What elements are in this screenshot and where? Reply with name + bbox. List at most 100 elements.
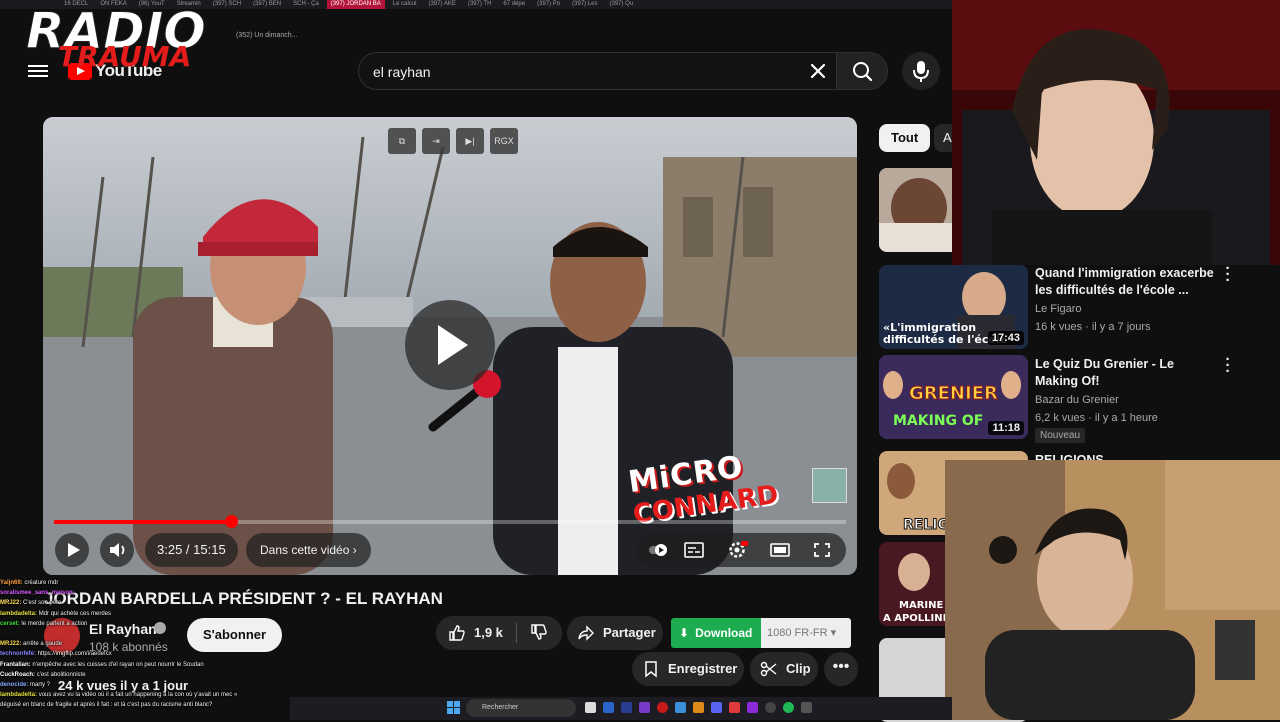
chat-text: vous avez vu la vidéo où il a fait un ha… bbox=[38, 692, 238, 699]
chat-message: MRJ22: C'est son père bbox=[0, 598, 290, 608]
like-button[interactable]: 1,9 k bbox=[436, 616, 516, 650]
kebab-menu-icon[interactable]: · · · bbox=[1224, 261, 1232, 288]
pip-popout-icon[interactable]: ⧉ bbox=[388, 128, 416, 154]
browser-tab[interactable]: (397) Po bbox=[533, 0, 564, 9]
svg-text:RELIG: RELIG bbox=[903, 517, 949, 533]
save-button[interactable]: Enregistrer bbox=[632, 652, 744, 686]
webcam-image bbox=[945, 460, 1280, 720]
chat-message: soralismee_sans_maison: bbox=[0, 588, 290, 598]
chat-message: lambdadelta: Mdr qui achète ces merdes bbox=[0, 609, 290, 619]
browser-tab[interactable]: (397) TH bbox=[464, 0, 496, 9]
autoplay-toggle-icon[interactable] bbox=[648, 541, 668, 559]
volume-icon bbox=[110, 543, 125, 557]
settings-gear-icon[interactable] bbox=[728, 541, 748, 559]
mic-button[interactable] bbox=[902, 52, 940, 90]
sidebar-meta: 16 k vues · il y a 7 jours bbox=[1035, 321, 1151, 333]
progress-scrubber[interactable] bbox=[225, 515, 238, 528]
chat-text: marty ? bbox=[30, 682, 51, 689]
taskbar-app-icon[interactable] bbox=[693, 702, 704, 713]
search-button[interactable] bbox=[836, 52, 888, 90]
browser-tab[interactable]: (397) JORDAN BA bbox=[326, 0, 385, 9]
kebab-menu-icon[interactable]: · · · bbox=[1224, 352, 1232, 379]
taskbar-app-icon[interactable] bbox=[639, 702, 650, 713]
taskbar-app-icon[interactable] bbox=[585, 702, 596, 713]
taskbar-app-icon[interactable] bbox=[711, 702, 722, 713]
new-badge: Nouveau bbox=[1035, 428, 1086, 443]
browser-tab[interactable]: (397) Qu bbox=[606, 0, 638, 9]
taskbar-app-icon[interactable] bbox=[801, 702, 812, 713]
browser-tab[interactable]: (397) AKE bbox=[424, 0, 459, 9]
taskbar-app-icon[interactable] bbox=[747, 702, 758, 713]
chat-message: denocide: marty ? bbox=[0, 680, 290, 690]
sidebar-channel[interactable]: Le Figaro bbox=[1035, 303, 1081, 315]
taskbar-app-icon[interactable] bbox=[765, 702, 776, 713]
chat-text bbox=[76, 590, 78, 596]
webcam-image bbox=[952, 0, 1280, 265]
browser-tab[interactable]: (397) BEN bbox=[249, 0, 285, 9]
like-divider bbox=[516, 623, 517, 643]
big-play-button[interactable] bbox=[405, 300, 495, 390]
taskbar-search[interactable]: Rechercher bbox=[466, 699, 576, 717]
skip-next-icon[interactable]: ▶| bbox=[456, 128, 484, 154]
browser-tab[interactable]: SCH - Ça bbox=[289, 0, 323, 9]
sidebar-video-title[interactable]: Quand l'immigration exacerbe les difficu… bbox=[1035, 265, 1215, 299]
sidebar-thumbnail[interactable]: «L'immigration difficultés de l'école 17… bbox=[879, 265, 1028, 349]
thumbs-up-icon bbox=[449, 625, 465, 641]
close-icon[interactable] bbox=[806, 59, 830, 83]
chapters-button[interactable]: Dans cette vidéo › bbox=[246, 533, 371, 567]
sidebar-meta: 6,2 k vues · il y a 1 heure bbox=[1035, 412, 1158, 424]
chat-username: lambdadelta: bbox=[0, 610, 39, 617]
chat-text: Mdr qui achète ces merdes bbox=[38, 610, 112, 617]
sidebar-video-title[interactable]: Le Quiz Du Grenier - Le Making Of! bbox=[1035, 356, 1215, 390]
windows-start-icon[interactable] bbox=[447, 701, 460, 714]
chat-username: Yaljn69: bbox=[0, 580, 25, 586]
chat-text: C'est son père bbox=[23, 600, 62, 607]
sidebar-channel[interactable]: Bazar du Grenier bbox=[1035, 394, 1119, 406]
taskbar-app-icon[interactable] bbox=[621, 702, 632, 713]
taskbar-app-icon[interactable] bbox=[729, 702, 740, 713]
chat-username: MRJ22: bbox=[0, 600, 24, 607]
time-display: 3:25 / 15:15 bbox=[145, 533, 238, 567]
taskbar-app-icon[interactable] bbox=[657, 702, 668, 713]
taskbar-app-icon[interactable] bbox=[675, 702, 686, 713]
dislike-button[interactable] bbox=[520, 616, 560, 650]
rgx-button[interactable]: RGX bbox=[490, 128, 518, 154]
browser-tab[interactable]: 67 dépe bbox=[499, 0, 529, 9]
sidebar-thumbnail[interactable]: GRENIER MAKING OF 11:18 bbox=[879, 355, 1028, 439]
chat-text: déguisé en blanc de fragile et après il … bbox=[0, 702, 213, 709]
taskbar-app-icon[interactable] bbox=[603, 702, 614, 713]
chevron-down-icon: ▾ bbox=[830, 627, 837, 639]
clip-button[interactable]: Clip bbox=[750, 652, 818, 686]
browser-tab[interactable]: (397) Les bbox=[568, 0, 601, 9]
download-arrow-icon: ⬇ bbox=[679, 626, 690, 640]
chat-message bbox=[0, 629, 290, 639]
play-button[interactable] bbox=[55, 533, 89, 567]
chat-message: Yaljn69: créature mdr bbox=[0, 578, 290, 588]
spotify-icon[interactable] bbox=[783, 702, 794, 713]
mic-icon bbox=[913, 61, 929, 82]
end-card-avatar[interactable] bbox=[812, 468, 847, 503]
chat-message: Frantalian: n'empêche avec les cuisses d… bbox=[0, 660, 290, 670]
chat-message: cerset: le merde parlent a action bbox=[0, 619, 290, 629]
svg-text:A APOLLINE: A APOLLINE bbox=[883, 613, 950, 624]
download-button[interactable]: ⬇ Download bbox=[671, 618, 761, 648]
theater-mode-icon[interactable] bbox=[770, 541, 790, 559]
search-input[interactable]: el rayhan bbox=[373, 53, 431, 91]
fullscreen-icon[interactable] bbox=[812, 541, 832, 559]
browser-tab[interactable]: Le calcul bbox=[389, 0, 421, 9]
volume-button[interactable] bbox=[100, 533, 134, 567]
player-overlay-tools: ⧉ ⇥ ▶| RGX bbox=[388, 128, 518, 154]
share-button[interactable]: Partager bbox=[567, 616, 663, 650]
svg-text:GRENIER: GRENIER bbox=[909, 383, 998, 404]
pip-exit-icon[interactable]: ⇥ bbox=[422, 128, 450, 154]
chip-all[interactable]: Tout bbox=[879, 124, 931, 152]
subtitles-icon[interactable] bbox=[684, 541, 704, 559]
svg-text:TRAUMA: TRAUMA bbox=[58, 40, 191, 73]
search-box[interactable]: el rayhan bbox=[358, 52, 840, 90]
more-actions-button[interactable]: ••• bbox=[824, 652, 858, 686]
chat-text: le merde parlent a action bbox=[21, 620, 88, 627]
clip-label: Clip bbox=[786, 661, 811, 676]
chat-text: c'est abolitionniste bbox=[36, 671, 86, 678]
video-duration: 17:43 bbox=[987, 331, 1024, 345]
download-quality-select[interactable]: 1080 FR-FR ▾ bbox=[761, 618, 851, 648]
